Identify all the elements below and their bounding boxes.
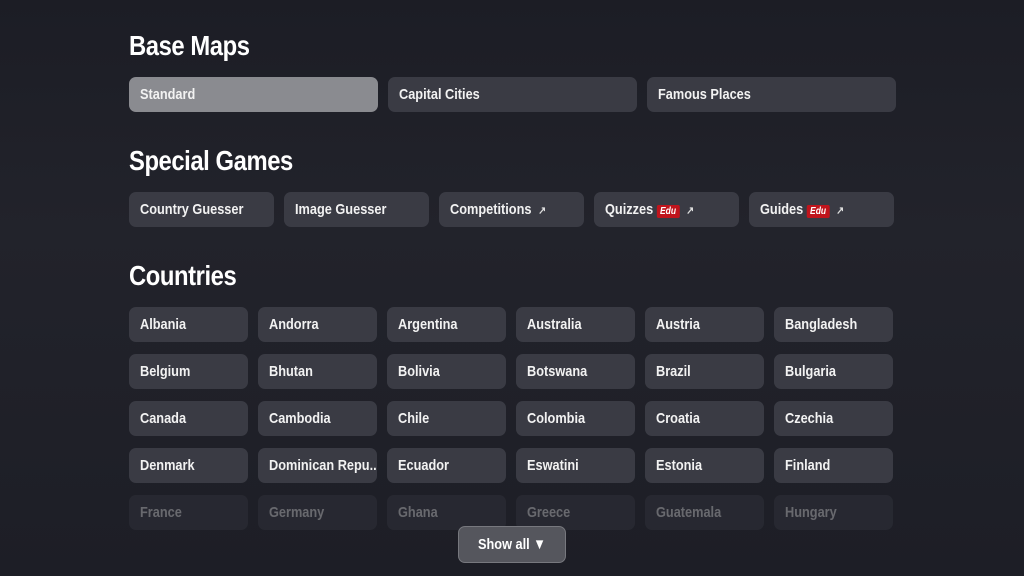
country-estonia[interactable]: Estonia xyxy=(645,448,764,483)
show-all-button[interactable]: Show all ▼ xyxy=(458,526,566,563)
button-label: Albania xyxy=(140,316,187,333)
button-label: Andorra xyxy=(269,316,319,333)
country-bhutan[interactable]: Bhutan xyxy=(258,354,377,389)
button-label: Capital Cities xyxy=(399,86,480,103)
country-czechia[interactable]: Czechia xyxy=(774,401,893,436)
button-label: Competitions ↗ xyxy=(450,201,547,218)
button-label: Quizzes Edu ↗ xyxy=(605,201,695,218)
country-argentina[interactable]: Argentina xyxy=(387,307,506,342)
country-austria[interactable]: Austria xyxy=(645,307,764,342)
button-label: Germany xyxy=(269,504,325,521)
country-eswatini[interactable]: Eswatini xyxy=(516,448,635,483)
button-label: Belgium xyxy=(140,363,191,380)
button-label: Hungary xyxy=(785,504,837,521)
button-label: Greece xyxy=(527,504,571,521)
special-games-list: Country Guesser Image Guesser Competitions… xyxy=(129,192,894,227)
country-bulgaria[interactable]: Bulgaria xyxy=(774,354,893,389)
edu-badge: Edu xyxy=(656,205,680,218)
external-link-icon: ↗ xyxy=(538,205,547,217)
section-title-special-games: Special Games xyxy=(129,145,293,176)
button-label: Bangladesh xyxy=(785,316,858,333)
section-title-base-maps: Base Maps xyxy=(129,30,250,61)
button-label: Standard xyxy=(140,86,196,103)
button-label: Bhutan xyxy=(269,363,313,380)
country-croatia[interactable]: Croatia xyxy=(645,401,764,436)
button-label: Colombia xyxy=(527,410,586,427)
external-link-icon: ↗ xyxy=(686,205,695,217)
country-dominican-repu[interactable]: Dominican Repu... xyxy=(258,448,377,483)
country-ghana[interactable]: Ghana xyxy=(387,495,506,530)
country-botswana[interactable]: Botswana xyxy=(516,354,635,389)
special-game-quizzes[interactable]: Quizzes Edu ↗ xyxy=(594,192,739,227)
countries-list: Albania Andorra Argentina Australia Austria B… xyxy=(129,307,893,530)
country-germany[interactable]: Germany xyxy=(258,495,377,530)
edu-badge: Edu xyxy=(806,205,830,218)
country-canada[interactable]: Canada xyxy=(129,401,248,436)
button-label: Ecuador xyxy=(398,457,450,474)
country-bolivia[interactable]: Bolivia xyxy=(387,354,506,389)
button-label: Estonia xyxy=(656,457,703,474)
button-label: Botswana xyxy=(527,363,588,380)
external-link-icon: ↗ xyxy=(836,205,845,217)
button-label: Czechia xyxy=(785,410,834,427)
country-cambodia[interactable]: Cambodia xyxy=(258,401,377,436)
button-label: Bulgaria xyxy=(785,363,837,380)
button-label: Bolivia xyxy=(398,363,440,380)
country-brazil[interactable]: Brazil xyxy=(645,354,764,389)
country-finland[interactable]: Finland xyxy=(774,448,893,483)
button-label: Eswatini xyxy=(527,457,579,474)
base-map-capital-cities[interactable]: Capital Cities xyxy=(388,77,637,112)
country-australia[interactable]: Australia xyxy=(516,307,635,342)
country-guatemala[interactable]: Guatemala xyxy=(645,495,764,530)
country-andorra[interactable]: Andorra xyxy=(258,307,377,342)
button-label: Famous Places xyxy=(658,86,751,103)
button-label: Argentina xyxy=(398,316,458,333)
country-albania[interactable]: Albania xyxy=(129,307,248,342)
country-bangladesh[interactable]: Bangladesh xyxy=(774,307,893,342)
button-label: Australia xyxy=(527,316,582,333)
button-label: Image Guesser xyxy=(295,201,387,218)
button-label: Ghana xyxy=(398,504,438,521)
button-label: Dominican Repu... xyxy=(269,457,377,474)
button-label: Guides Edu ↗ xyxy=(760,201,845,218)
button-label: Cambodia xyxy=(269,410,331,427)
base-map-famous-places[interactable]: Famous Places xyxy=(647,77,896,112)
button-label: Chile xyxy=(398,410,430,427)
base-map-standard[interactable]: Standard xyxy=(129,77,378,112)
country-chile[interactable]: Chile xyxy=(387,401,506,436)
button-label: Country Guesser xyxy=(140,201,244,218)
country-denmark[interactable]: Denmark xyxy=(129,448,248,483)
button-label: France xyxy=(140,504,182,521)
special-game-country-guesser[interactable]: Country Guesser xyxy=(129,192,274,227)
country-france[interactable]: France xyxy=(129,495,248,530)
base-maps-list: Standard Capital Cities Famous Places xyxy=(129,77,896,112)
button-label: Austria xyxy=(656,316,700,333)
special-game-guides[interactable]: Guides Edu ↗ xyxy=(749,192,894,227)
section-title-countries: Countries xyxy=(129,260,237,291)
button-label: Croatia xyxy=(656,410,700,427)
special-game-image-guesser[interactable]: Image Guesser xyxy=(284,192,429,227)
country-hungary[interactable]: Hungary xyxy=(774,495,893,530)
country-colombia[interactable]: Colombia xyxy=(516,401,635,436)
button-label: Brazil xyxy=(656,363,691,380)
country-greece[interactable]: Greece xyxy=(516,495,635,530)
button-label: Denmark xyxy=(140,457,195,474)
special-game-competitions[interactable]: Competitions ↗ xyxy=(439,192,584,227)
button-label: Finland xyxy=(785,457,831,474)
country-belgium[interactable]: Belgium xyxy=(129,354,248,389)
button-label: Canada xyxy=(140,410,187,427)
button-label: Guatemala xyxy=(656,504,722,521)
country-ecuador[interactable]: Ecuador xyxy=(387,448,506,483)
